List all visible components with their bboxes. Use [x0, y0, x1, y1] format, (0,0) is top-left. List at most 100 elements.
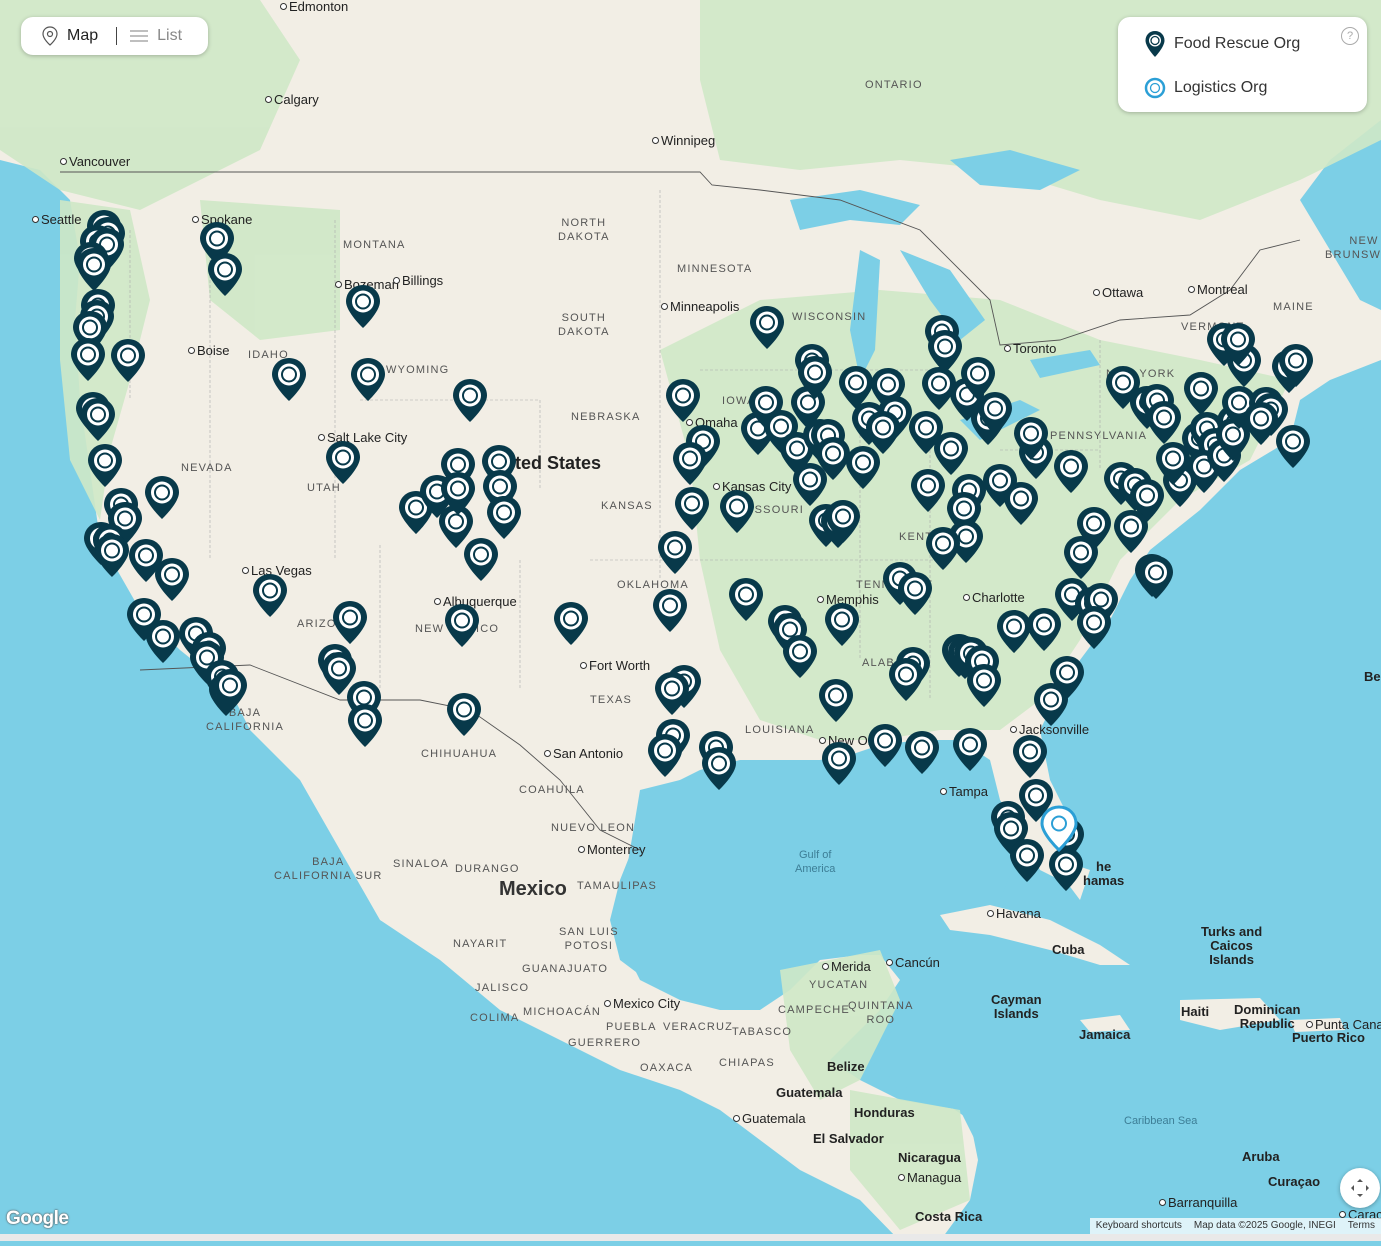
- map-view-button[interactable]: Map: [41, 26, 98, 46]
- map-label: Aruba: [1242, 1149, 1280, 1164]
- question-icon[interactable]: ?: [1341, 27, 1359, 45]
- map-label: SAN LUIS POTOSI: [559, 926, 619, 952]
- map-label: MONTANA: [343, 239, 406, 251]
- map-label: Nicaragua: [898, 1150, 961, 1165]
- keyboard-shortcuts-link[interactable]: Keyboard shortcuts: [1089, 1218, 1188, 1234]
- map-label: Fort Worth: [580, 659, 650, 673]
- map-label: Charlotte: [963, 591, 1025, 605]
- map-label: Managua: [898, 1171, 961, 1185]
- list-icon: [130, 30, 149, 42]
- map-label: Winnipeg: [652, 134, 715, 148]
- map-label: Ottawa: [1093, 286, 1143, 300]
- map-label: he hamas: [1083, 859, 1125, 888]
- map-label: Salt Lake City: [318, 431, 407, 445]
- map-label: VERACRUZ: [663, 1021, 734, 1033]
- map-label: ONTARIO: [865, 79, 923, 91]
- map-label: NORTH DAKOTA: [558, 217, 610, 243]
- map-label: Vancouver: [60, 155, 130, 169]
- map-label: Cuba: [1052, 942, 1085, 957]
- map-canvas[interactable]: Edmonton Calgary Vancouver Winnipeg Seattle S…: [0, 0, 1381, 1241]
- map-label: Toronto: [1004, 342, 1056, 356]
- map-background[interactable]: [0, 0, 1381, 1241]
- expand-icon: [1351, 1179, 1369, 1197]
- map-label: DURANGO: [455, 863, 520, 875]
- map-label: Dominican Republic: [1234, 1002, 1301, 1031]
- map-label: YUCATAN: [809, 979, 869, 991]
- map-label: MINNESOTA: [677, 263, 753, 275]
- map-label: COAHUILA: [519, 784, 585, 796]
- map-label: MAINE: [1273, 301, 1314, 313]
- map-label: Costa Rica: [915, 1209, 983, 1224]
- map-label: NEBRASKA: [571, 411, 641, 423]
- bottom-scroll-bar: [0, 1234, 1381, 1241]
- map-label: Calgary: [265, 93, 319, 107]
- map-label: Curaçao: [1268, 1174, 1321, 1189]
- map-label: Mexico: [499, 878, 567, 900]
- list-view-button[interactable]: List: [129, 27, 182, 45]
- map-label: Minneapolis: [661, 300, 739, 314]
- map-label: OKLAHOMA: [617, 579, 689, 591]
- map-label: Montreal: [1188, 283, 1248, 297]
- map-label: Cayman Islands: [991, 992, 1042, 1021]
- map-label: El Salvador: [813, 1131, 884, 1146]
- terms-link[interactable]: Terms: [1341, 1218, 1381, 1234]
- map-label: Jacksonville: [1010, 723, 1089, 737]
- map-label: Billings: [393, 274, 443, 288]
- map-label: Merida: [822, 960, 871, 974]
- map-label: WISCONSIN: [792, 311, 867, 323]
- map-label: Tampa: [940, 785, 988, 799]
- legend-label: Logistics Org: [1174, 79, 1268, 96]
- legend-panel: Food Rescue Org Logistics Org ?: [1118, 17, 1367, 112]
- map-label: NEVADA: [181, 462, 233, 474]
- map-label: GUERRERO: [568, 1037, 642, 1049]
- map-label: Mexico City: [604, 997, 680, 1011]
- map-label: COLIMA: [470, 1012, 520, 1024]
- map-label: TEXAS: [590, 694, 633, 706]
- google-logo[interactable]: Google: [6, 1208, 69, 1230]
- map-label: SOUTH DAKOTA: [558, 312, 610, 338]
- map-label: GUANAJUATO: [522, 963, 609, 975]
- fullscreen-button[interactable]: [1340, 1168, 1380, 1208]
- map-label: Turks and Caicos Islands: [1201, 924, 1263, 967]
- map-label: MICHOACÁN: [523, 1006, 602, 1018]
- map-label: JALISCO: [475, 982, 530, 994]
- map-label: Be: [1364, 669, 1381, 684]
- map-label: CHIAPAS: [719, 1057, 775, 1069]
- map-view-label: Map: [67, 27, 99, 44]
- legend-item-logistics: Logistics Org: [1144, 77, 1267, 99]
- map-label: Cancún: [886, 956, 940, 970]
- map-label: Monterrey: [578, 843, 646, 857]
- map-label: TABASCO: [732, 1026, 793, 1038]
- map-label: UTAH: [307, 482, 341, 494]
- toggle-divider: [116, 27, 118, 45]
- map-label: NUEVO LEON: [551, 822, 636, 834]
- map-label: NEWBRUNSWICK: [1325, 235, 1381, 261]
- map-label: Jamaica: [1079, 1027, 1131, 1042]
- view-toggle: Map List: [21, 17, 208, 55]
- map-label: Puerto Rico: [1292, 1030, 1365, 1045]
- map-label: SINALOA: [393, 858, 450, 870]
- map-label: CAMPECHE: [778, 1004, 850, 1016]
- map-label: Albuquerque: [434, 595, 517, 609]
- map-label: Havana: [987, 907, 1041, 921]
- map-data-text: Map data ©2025 Google, INEGI: [1187, 1218, 1342, 1234]
- map-label: San Antonio: [544, 747, 623, 761]
- map-label: Haiti: [1181, 1004, 1210, 1019]
- map-label: Caribbean Sea: [1124, 1115, 1198, 1127]
- map-label: Belize: [827, 1059, 865, 1074]
- map-label: PENNSYLVANIA: [1050, 430, 1148, 442]
- map-label: Gulf of America: [795, 849, 836, 875]
- map-label: Edmonton: [280, 0, 348, 14]
- map-label: QUINTANA ROO: [848, 1000, 914, 1026]
- ring-icon: [1144, 77, 1166, 99]
- map-label: Boise: [188, 344, 230, 358]
- map-label: Barranquilla: [1159, 1196, 1237, 1210]
- map-label: Honduras: [854, 1105, 915, 1120]
- map-label: Guatemala: [776, 1085, 843, 1100]
- map-pin-icon: [42, 26, 58, 46]
- map-label: ited States: [510, 453, 602, 473]
- map-label: BAJA CALIFORNIA: [206, 707, 285, 733]
- map-label: OAXACA: [640, 1062, 694, 1074]
- map-attribution: Keyboard shortcuts Map data ©2025 Google…: [1089, 1218, 1381, 1234]
- map-label: Kansas City: [713, 480, 791, 494]
